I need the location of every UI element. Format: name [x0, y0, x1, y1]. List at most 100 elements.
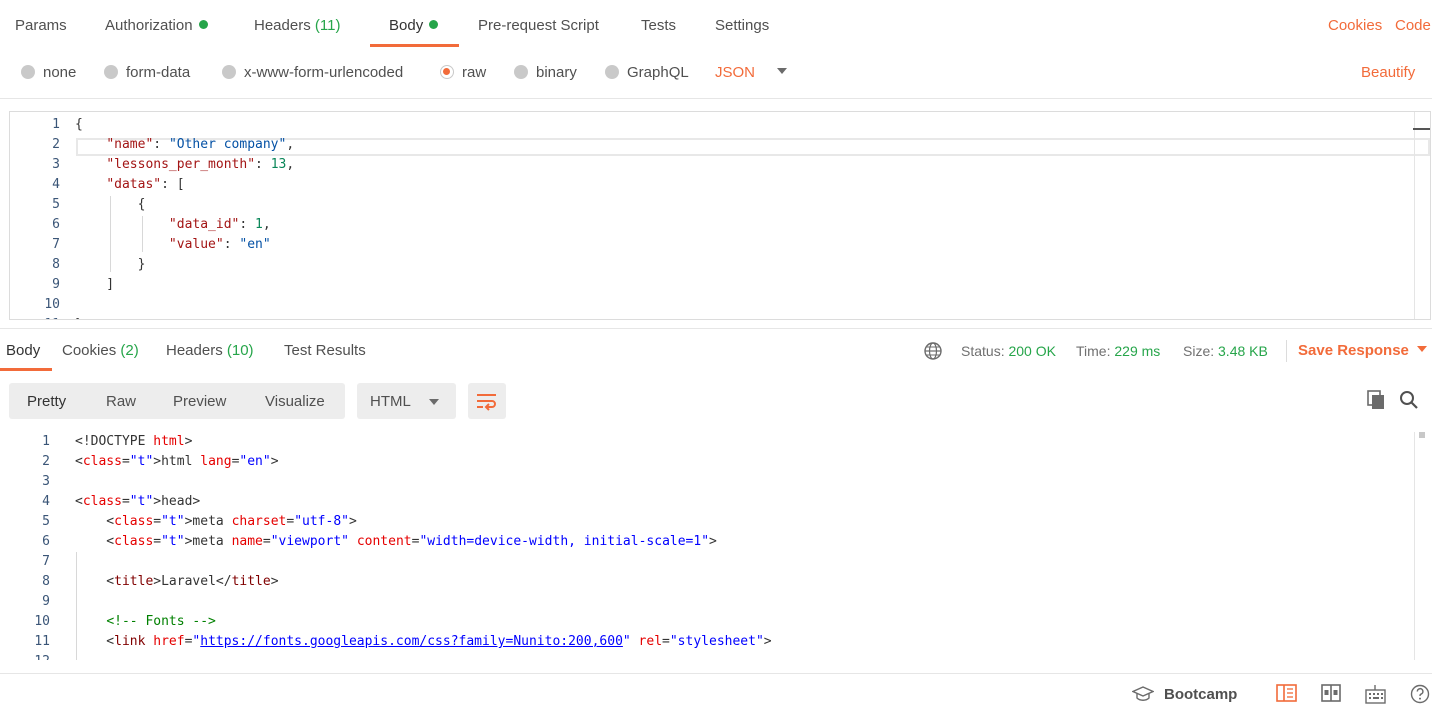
chevron-down-icon	[429, 399, 439, 405]
bootcamp-icon	[1131, 686, 1155, 705]
active-tab-underline	[370, 44, 459, 47]
pane-divider[interactable]	[0, 328, 1432, 329]
save-response-button[interactable]: Save Response	[1298, 342, 1427, 359]
line-number: 11	[34, 634, 50, 649]
layout-icon[interactable]	[1321, 684, 1341, 705]
keyboard-icon[interactable]	[1365, 684, 1386, 705]
line-number: 1	[42, 434, 50, 449]
editor-scrollbar[interactable]	[1414, 112, 1415, 319]
bootcamp-button[interactable]: Bootcamp	[1164, 686, 1237, 703]
globe-icon[interactable]	[923, 341, 943, 365]
divider	[0, 98, 1432, 99]
radio-graphql-label: GraphQL	[627, 64, 689, 81]
line-number: 7	[42, 554, 50, 569]
line-number-gutter: 1 2 3 4 5 6 7 8 9 10 11 12	[0, 432, 50, 660]
wrap-lines-button[interactable]	[468, 383, 506, 419]
response-body-viewer[interactable]: 1 2 3 4 5 6 7 8 9 10 11 12 <!DOCTYPE htm…	[0, 432, 1432, 660]
time-readout[interactable]: Time: 229 ms	[1076, 343, 1160, 359]
view-preview-button[interactable]: Preview	[173, 393, 226, 410]
body-dot-indicator	[429, 20, 439, 29]
request-body-code: { "name": "Other company", "lessons_per_…	[75, 115, 294, 319]
code-line: {	[75, 117, 83, 132]
resp-tab-headers-count: (10)	[226, 342, 254, 359]
code-link[interactable]: Code	[1395, 17, 1431, 34]
size-value: 3.48 KB	[1218, 343, 1268, 359]
radio-none-label: none	[43, 64, 77, 81]
radio-none[interactable]: none	[21, 64, 76, 81]
size-label: Size:	[1183, 343, 1215, 359]
size-readout[interactable]: Size: 3.48 KB	[1183, 343, 1268, 359]
code-line: <!-- Fonts -->	[106, 614, 216, 629]
resp-tab-cookies[interactable]: Cookies (2)	[62, 342, 139, 359]
code-line: <class="t">meta name="viewport" content=…	[75, 534, 717, 549]
tab-settings[interactable]: Settings	[715, 17, 769, 45]
status-value: 200 OK	[1008, 343, 1056, 359]
response-format-value: HTML	[370, 393, 411, 410]
radio-raw[interactable]: raw	[440, 64, 486, 81]
line-number: 8	[42, 574, 50, 589]
line-number: 8	[52, 257, 60, 272]
scroll-position-marker	[1413, 128, 1430, 130]
view-raw-button[interactable]: Raw	[106, 393, 136, 410]
raw-format-value: JSON	[715, 64, 756, 81]
tab-authorization[interactable]: Authorization	[105, 17, 208, 45]
line-number: 5	[52, 197, 60, 212]
code-line: "data_id": 1,	[168, 217, 271, 232]
status-bar: Bootcamp	[0, 673, 1432, 705]
radio-graphql[interactable]: GraphQL	[605, 64, 689, 81]
tab-body-label: Body	[389, 17, 424, 34]
resp-tab-cookies-label: Cookies	[62, 342, 117, 359]
code-line: }	[75, 257, 146, 272]
line-number-gutter: 1 2 3 4 5 6 7 8 9 10 11	[10, 115, 60, 319]
tab-tests[interactable]: Tests	[641, 17, 676, 45]
line-number: 9	[52, 277, 60, 292]
request-body-editor[interactable]: 1 2 3 4 5 6 7 8 9 10 11 { "name": "Other…	[9, 111, 1431, 320]
tab-headers-count: (11)	[314, 17, 341, 34]
scroll-thumb[interactable]	[1419, 432, 1425, 438]
line-number: 9	[42, 594, 50, 609]
code-line: "value": "en"	[168, 237, 271, 252]
tab-pre-request-script[interactable]: Pre-request Script	[478, 17, 599, 45]
view-visualize-button[interactable]: Visualize	[265, 393, 325, 410]
line-number: 6	[42, 534, 50, 549]
cookies-link[interactable]: Cookies	[1328, 17, 1382, 34]
tab-headers[interactable]: Headers (11)	[254, 17, 340, 45]
tab-body[interactable]: Body	[389, 17, 439, 45]
response-format-select[interactable]: HTML	[357, 383, 456, 419]
view-pretty-button[interactable]: Pretty	[27, 393, 66, 410]
line-number: 3	[52, 157, 60, 172]
two-pane-icon[interactable]	[1276, 684, 1297, 705]
line-number: 3	[42, 474, 50, 489]
radio-binary[interactable]: binary	[514, 64, 577, 81]
radio-raw-label: raw	[462, 64, 487, 81]
help-icon[interactable]	[1410, 684, 1430, 705]
resp-tab-headers[interactable]: Headers (10)	[166, 342, 254, 359]
response-scrollbar[interactable]	[1414, 432, 1415, 660]
code-line: <title>Laravel</title>	[75, 574, 279, 589]
wrap-lines-icon	[476, 391, 498, 415]
body-type-selector: none form-data x-www-form-urlencoded raw…	[0, 55, 1432, 95]
resp-tab-test-results[interactable]: Test Results	[284, 342, 366, 359]
status-readout[interactable]: Status: 200 OK	[961, 343, 1056, 359]
tab-headers-label: Headers	[254, 17, 311, 34]
chevron-down-icon	[1416, 346, 1427, 352]
authorization-dot-indicator	[198, 20, 208, 29]
resp-tab-body[interactable]: Body	[6, 342, 40, 359]
response-tabs: Body Cookies (2) Headers (10) Test Resul…	[0, 330, 1432, 371]
radio-form-data[interactable]: form-data	[104, 64, 190, 81]
search-icon[interactable]	[1399, 390, 1419, 414]
radio-icon	[104, 65, 118, 79]
tab-params[interactable]: Params	[15, 17, 67, 45]
chevron-down-icon	[777, 68, 788, 74]
raw-format-select[interactable]: JSON	[715, 64, 788, 81]
code-line: <class="t">html lang="en">	[75, 454, 279, 469]
copy-icon[interactable]	[1367, 390, 1385, 414]
beautify-button[interactable]: Beautify	[1361, 64, 1415, 81]
line-number: 10	[44, 297, 60, 312]
radio-urlencoded[interactable]: x-www-form-urlencoded	[222, 64, 403, 81]
line-number: 11	[10, 315, 60, 319]
